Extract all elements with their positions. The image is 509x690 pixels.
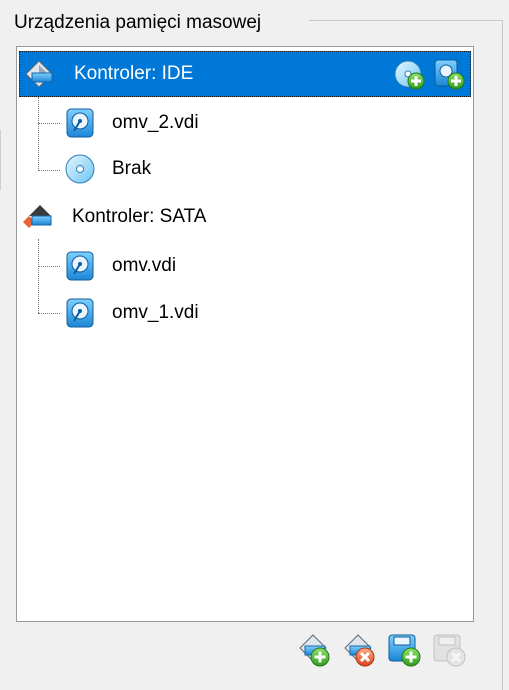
group-frame-right-line bbox=[502, 20, 503, 690]
hard-disk-icon bbox=[66, 108, 94, 138]
remove-attachment-button[interactable] bbox=[431, 632, 467, 668]
tree-item-attachment[interactable]: omv_1.vdi bbox=[17, 290, 473, 336]
tree-item-attachment[interactable]: Brak bbox=[17, 146, 473, 192]
tree-item-label: Brak bbox=[112, 158, 152, 179]
group-frame-top-line bbox=[309, 20, 503, 21]
tree-item-label: Kontroler: IDE bbox=[74, 63, 194, 84]
tree-item-label: Kontroler: SATA bbox=[72, 206, 207, 227]
hard-disk-icon bbox=[66, 298, 94, 328]
hard-disk-icon bbox=[66, 251, 94, 281]
add-attachment-button[interactable] bbox=[386, 632, 422, 668]
tree-item-ide-controller[interactable]: Kontroler: IDE bbox=[19, 51, 471, 97]
add-controller-button[interactable] bbox=[296, 632, 332, 668]
add-optical-drive-button[interactable] bbox=[393, 57, 427, 91]
group-frame-left-line bbox=[0, 130, 1, 190]
tree-item-sata-controller[interactable]: Kontroler: SATA bbox=[17, 194, 473, 240]
ide-controller-icon bbox=[25, 60, 53, 88]
storage-devices-group-title: Urządzenia pamięci masowej bbox=[14, 10, 270, 36]
storage-tree[interactable]: Kontroler: IDE omv_2.vdi Brak Kontroler:… bbox=[16, 46, 474, 622]
tree-item-label: omv.vdi bbox=[112, 255, 177, 276]
tree-item-label: omv_1.vdi bbox=[112, 302, 199, 323]
add-hard-disk-button[interactable] bbox=[432, 57, 466, 91]
optical-disc-icon bbox=[65, 154, 95, 184]
sata-controller-icon bbox=[23, 205, 52, 228]
tree-item-label: omv_2.vdi bbox=[112, 112, 199, 133]
tree-item-attachment[interactable]: omv_2.vdi bbox=[17, 100, 473, 146]
remove-controller-button[interactable] bbox=[341, 632, 377, 668]
tree-item-attachment[interactable]: omv.vdi bbox=[17, 243, 473, 289]
